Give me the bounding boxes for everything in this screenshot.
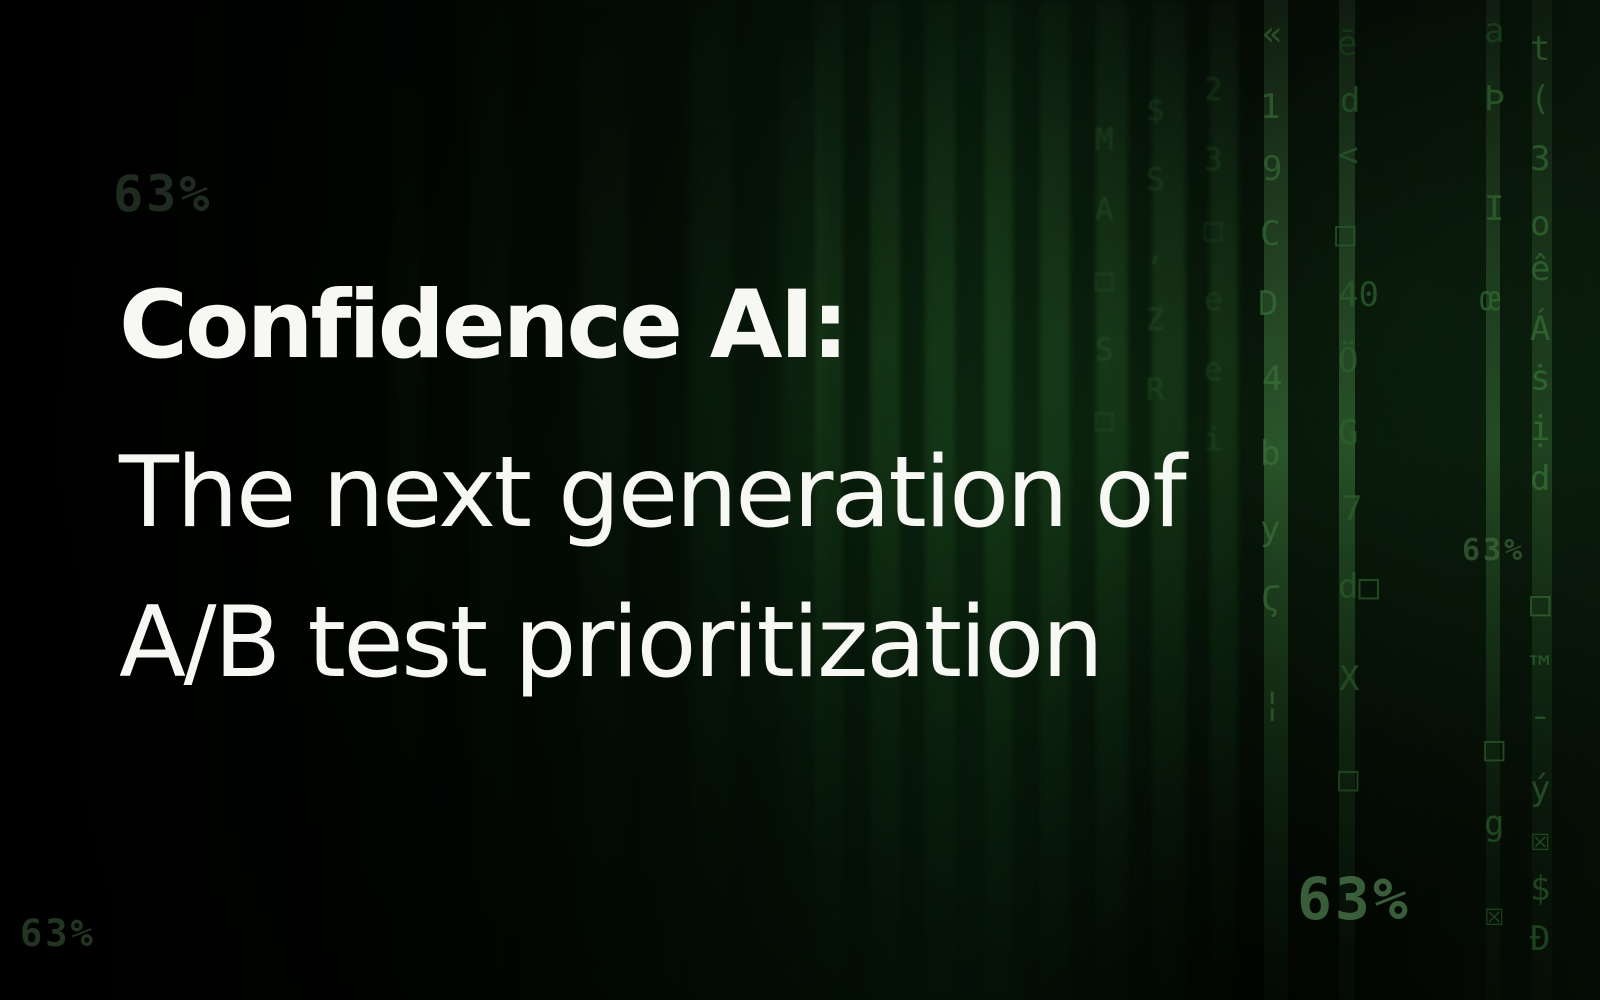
hero-subtitle: The next generation of A/B test prioriti… <box>119 436 1187 700</box>
headline-block: Confidence AI: The next generation of A/… <box>119 268 1419 718</box>
hero-banner: « 1 9 C D 4 b y Ϛ ¦ ē d < □ 40 Ö G 7 d□ … <box>0 0 1600 1000</box>
hero-title: Confidence AI: <box>119 271 849 380</box>
percent-watermark: 63% <box>1462 533 1526 568</box>
percent-watermark: 63% <box>113 165 213 223</box>
percent-watermark: 63% <box>20 912 96 955</box>
percent-watermark: 63% <box>1297 865 1411 933</box>
